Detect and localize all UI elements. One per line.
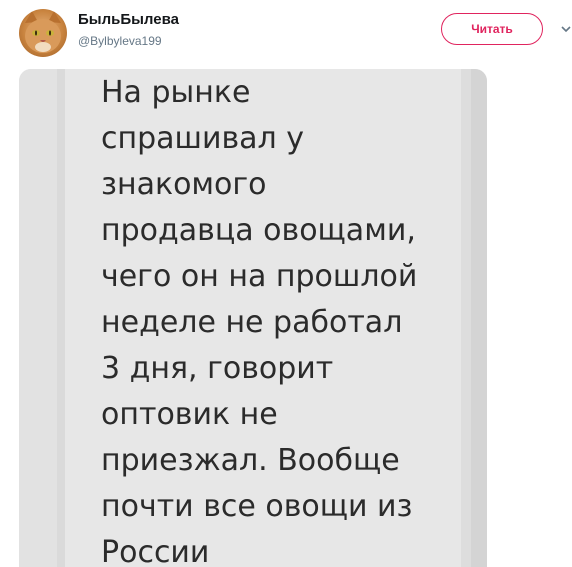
follow-button[interactable]: Читать <box>441 13 543 45</box>
cat-avatar-icon <box>25 11 61 53</box>
avatar[interactable] <box>19 9 67 57</box>
media-margin <box>19 69 57 567</box>
media-divider <box>57 69 65 567</box>
message-text: На рынке спрашивал у знакомого продавца … <box>101 75 418 567</box>
author-display-name[interactable]: БыльБылева <box>78 11 179 28</box>
author-handle[interactable]: @Bylbyleva199 <box>78 34 162 48</box>
media-edge <box>471 69 487 567</box>
chevron-down-icon[interactable] <box>560 22 572 34</box>
tweet-media-image[interactable]: На рынке спрашивал у знакомого продавца … <box>19 69 487 567</box>
tweet: БыльБылева @Bylbyleva199 Читать На рынке… <box>0 0 572 567</box>
